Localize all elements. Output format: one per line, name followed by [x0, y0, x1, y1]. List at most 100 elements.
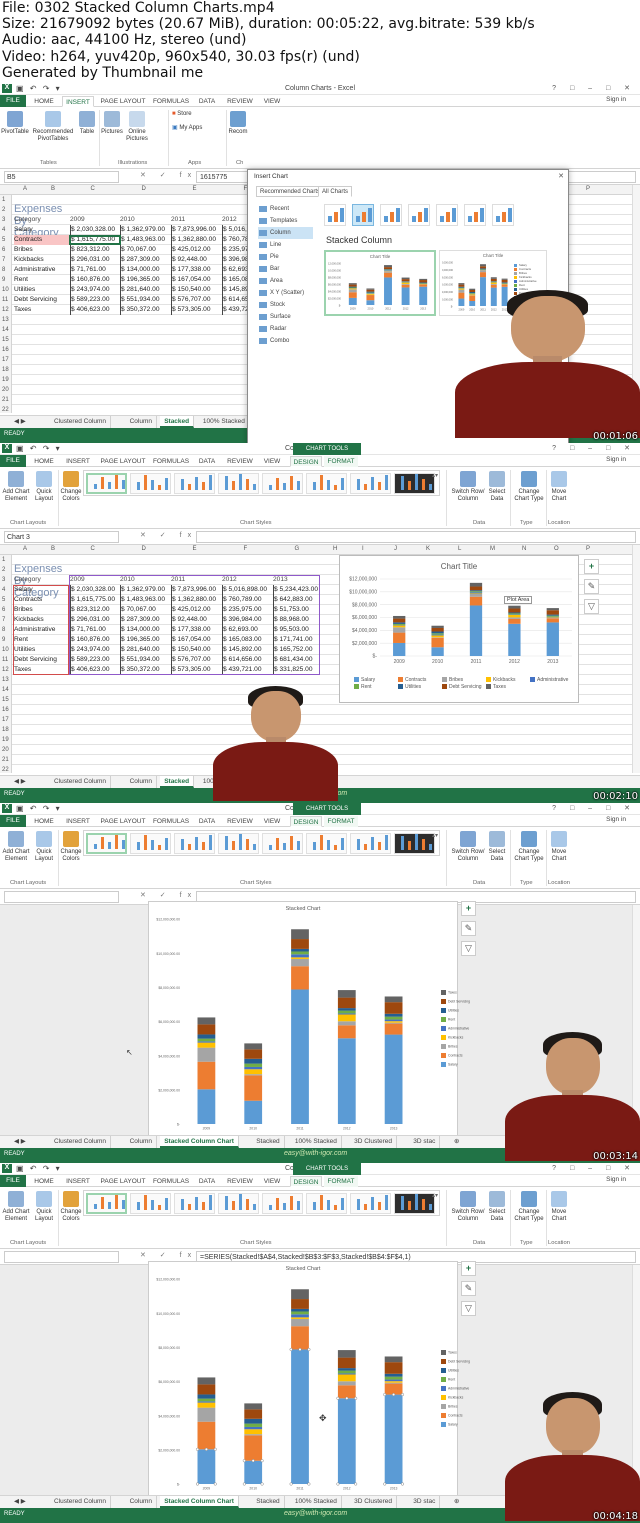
column-header[interactable]: O [554, 546, 559, 552]
tab-page[interactable]: PAGE LAYOUT [98, 1176, 148, 1187]
sheet-tab[interactable]: Clustered Column [50, 776, 112, 788]
row-header[interactable]: 8 [2, 265, 5, 275]
legend-entry[interactable]: Debt Servicing [441, 1359, 470, 1368]
chart-style-thumb[interactable] [130, 473, 171, 494]
row-header[interactable]: 3 [2, 575, 5, 585]
sheet-tab[interactable]: Column [126, 1136, 157, 1148]
chart-style-thumb[interactable] [262, 833, 303, 854]
legend-entry[interactable]: Salary [441, 1062, 470, 1071]
column-header[interactable]: C [91, 186, 95, 192]
legend-entry[interactable]: Bribes [441, 1404, 470, 1413]
column-header[interactable]: M [490, 546, 495, 552]
vertical-scrollbar[interactable] [632, 545, 640, 773]
window-controls-icon[interactable]: ? □ – □ ✕ [552, 444, 636, 452]
tab-home[interactable]: HOME [30, 1176, 58, 1187]
data-cell[interactable]: $ 589,223.00 [70, 295, 120, 305]
chart-style-thumb[interactable] [218, 1193, 259, 1214]
data-cell[interactable]: Rent [14, 275, 70, 285]
legend-entry[interactable]: Utilities [398, 684, 442, 690]
legend-entry[interactable]: Rent [441, 1377, 470, 1386]
row-header[interactable]: 16 [2, 705, 9, 715]
column-subtype-icon[interactable] [324, 204, 346, 226]
row-header[interactable]: 9 [2, 275, 5, 285]
window-controls-icon[interactable]: ? □ – □ ✕ [552, 804, 636, 812]
add-sheet-icon[interactable]: ⊕ [450, 1496, 463, 1508]
sheet-nav-icon[interactable]: ◀ ▶ [10, 776, 30, 788]
data-cell[interactable]: Bribes [14, 245, 70, 255]
chart-style-thumb[interactable] [174, 833, 215, 854]
row-header[interactable]: 17 [2, 715, 9, 725]
change-chart-type-button[interactable]: Change Chart Type [512, 831, 546, 863]
tab-page[interactable]: PAGE LAYOUT [98, 816, 148, 827]
formula-buttons-icon[interactable]: ✕ ✓ fx [140, 1251, 197, 1259]
window-controls-icon[interactable]: ? □ – □ ✕ [552, 84, 636, 92]
select-data-button[interactable]: Select Data [485, 471, 509, 503]
tab-review[interactable]: REVIEW [224, 96, 256, 107]
chart-filters-icon[interactable]: ▽ [461, 941, 476, 956]
chart-type-item[interactable]: Templates [258, 215, 313, 227]
row-header[interactable]: 16 [2, 345, 9, 355]
chart-style-thumb[interactable] [174, 473, 215, 494]
column-header[interactable]: E [193, 186, 197, 192]
chart-type-item[interactable]: Line [258, 239, 313, 251]
chart-style-thumb[interactable] [174, 1193, 215, 1214]
move-chart-button[interactable]: Move Chart [547, 471, 571, 503]
column-header[interactable]: D [142, 186, 146, 192]
chart-styles-brush-icon[interactable]: ✎ [461, 921, 476, 936]
row-header[interactable]: 7 [2, 255, 5, 265]
tab-review[interactable]: REVIEW [224, 456, 256, 467]
sheet-tab[interactable]: Stacked Column Chart [160, 1496, 239, 1508]
sheet-tab[interactable]: Stacked [160, 776, 195, 788]
data-cell[interactable]: Kickbacks [14, 255, 70, 265]
quick-layout-button[interactable]: Quick Layout [31, 831, 57, 863]
recommended-charts-button[interactable]: Recom [227, 111, 249, 136]
chart-style-thumb[interactable] [262, 473, 303, 494]
legend-entry[interactable]: Kickbacks [486, 677, 530, 683]
change-chart-type-button[interactable]: Change Chart Type [512, 471, 546, 503]
name-box[interactable]: Chart 3 [4, 531, 119, 543]
add-sheet-icon[interactable]: ⊕ [450, 1136, 463, 1148]
header-cell[interactable]: 2009 [70, 215, 120, 225]
data-cell[interactable]: $ 167,054.00 [171, 275, 222, 285]
data-cell[interactable]: Salary [14, 225, 70, 235]
row-header[interactable]: 4 [2, 585, 5, 595]
switch-row-column-button[interactable]: Switch Row/ Column [450, 1191, 486, 1223]
sheet-tab[interactable]: 3D Clustered [350, 1496, 398, 1508]
pivottable-button[interactable]: PivotTable [1, 111, 29, 136]
dialog-close-icon[interactable]: ✕ [558, 172, 564, 180]
add-chart-element-button[interactable]: Add Chart Element [1, 1191, 31, 1223]
legend-entry[interactable]: Contracts [398, 677, 442, 683]
column-header[interactable]: D [142, 546, 146, 552]
sheet-tab[interactable]: 100% Stacked [199, 416, 250, 428]
chart-object[interactable]: Stacked Chart $12,000,000.00 $10,000,000.0… [148, 1261, 470, 1497]
sheet-tab[interactable]: Clustered Column [50, 416, 112, 428]
data-cell[interactable]: $ 573,305.00 [171, 305, 222, 315]
sheet-nav-icon[interactable]: ◀ ▶ [10, 416, 30, 428]
sign-in-link[interactable]: Sign in [606, 96, 626, 103]
chart-type-item[interactable]: Stock [258, 299, 313, 311]
sheet-tab[interactable]: 3D stac [409, 1136, 441, 1148]
tab-file[interactable]: FILE [0, 95, 26, 107]
chart-type-item[interactable]: Area [258, 275, 313, 287]
legend-entry[interactable]: Administrative [530, 677, 574, 683]
name-box[interactable] [4, 1251, 119, 1263]
sheet-tab[interactable]: 100% Stacked [291, 1496, 342, 1508]
tab-data[interactable]: DATA [194, 816, 220, 827]
window-controls-icon[interactable]: ? □ – □ ✕ [552, 1164, 636, 1172]
myapps-button[interactable]: ▣ My Apps [172, 125, 210, 132]
legend-entry[interactable]: Salary [441, 1422, 470, 1431]
chart-type-item[interactable]: Combo [258, 335, 313, 347]
data-cell[interactable]: $ 425,012.00 [171, 245, 222, 255]
row-header[interactable]: 5 [2, 595, 5, 605]
legend-entry[interactable]: Rent [354, 684, 398, 690]
row-header[interactable]: 20 [2, 385, 9, 395]
row-header[interactable]: 3 [2, 215, 5, 225]
header-cell[interactable]: Category [14, 215, 70, 225]
row-header[interactable]: 2 [2, 565, 5, 575]
sheet-tab[interactable]: 100% Stacked [291, 1136, 342, 1148]
legend-entry[interactable]: Taxes [486, 684, 530, 690]
tab-formulas[interactable]: FORMULAS [152, 1176, 190, 1187]
tab-insert[interactable]: INSERT [62, 456, 94, 467]
data-cell[interactable]: $ 243,974.00 [70, 285, 120, 295]
chart-elements-button[interactable]: + [461, 901, 476, 916]
